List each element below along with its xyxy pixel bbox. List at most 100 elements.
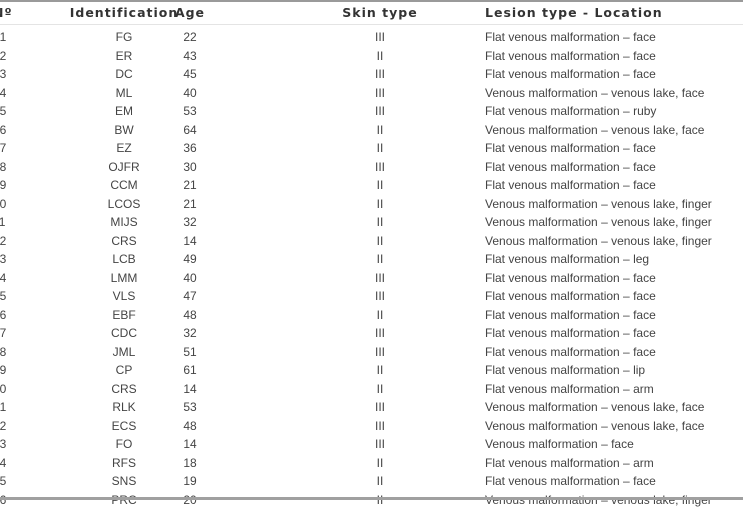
cell-number: 15 — [0, 287, 6, 305]
cell-skin-type: III — [330, 102, 430, 120]
cell-skin-type: III — [330, 398, 430, 416]
cell-number: 22 — [0, 417, 6, 435]
table-row: 21RLK53IIIVenous malformation – venous l… — [0, 398, 743, 417]
cell-lesion: Flat venous malformation – face — [485, 324, 656, 342]
table-row: 22ECS48IIIVenous malformation – venous l… — [0, 417, 743, 436]
cell-lesion: Flat venous malformation – face — [485, 139, 656, 157]
cell-age: 40 — [160, 84, 220, 102]
table-row: 13LCB49IIFlat venous malformation – leg — [0, 250, 743, 269]
cell-skin-type: III — [330, 343, 430, 361]
cell-skin-type: II — [330, 213, 430, 231]
cell-skin-type: II — [330, 454, 430, 472]
cell-number: 23 — [0, 435, 6, 453]
cell-number: 02 — [0, 47, 6, 65]
cell-number: 18 — [0, 343, 6, 361]
cell-skin-type: II — [330, 232, 430, 250]
cell-age: 32 — [160, 324, 220, 342]
table-row: 19CP61IIFlat venous malformation – lip — [0, 361, 743, 380]
table-row: 20CRS14IIFlat venous malformation – arm — [0, 380, 743, 399]
table-row: 23FO14IIIVenous malformation – face — [0, 435, 743, 454]
cell-skin-type: III — [330, 269, 430, 287]
cell-age: 40 — [160, 269, 220, 287]
cell-skin-type: III — [330, 158, 430, 176]
table-row: 04ML40IIIVenous malformation – venous la… — [0, 84, 743, 103]
cell-age: 32 — [160, 213, 220, 231]
cell-lesion: Flat venous malformation – face — [485, 306, 656, 324]
cell-number: 14 — [0, 269, 6, 287]
cell-number: 03 — [0, 65, 6, 83]
cell-lesion: Flat venous malformation – arm — [485, 454, 654, 472]
table-row: 02ER43IIFlat venous malformation – face — [0, 47, 743, 66]
cell-skin-type: III — [330, 417, 430, 435]
table-row: 18JML51IIIFlat venous malformation – fac… — [0, 343, 743, 362]
cell-age: 48 — [160, 417, 220, 435]
table-row: 09CCM21IIFlat venous malformation – face — [0, 176, 743, 195]
cell-skin-type: II — [330, 472, 430, 490]
header-rule — [0, 24, 743, 25]
cell-age: 36 — [160, 139, 220, 157]
cell-lesion: Flat venous malformation – face — [485, 269, 656, 287]
cell-skin-type: II — [330, 380, 430, 398]
cell-skin-type: III — [330, 84, 430, 102]
cell-number: 01 — [0, 28, 6, 46]
cell-lesion: Venous malformation – venous lake, face — [485, 398, 704, 416]
table-row: 08OJFR30IIIFlat venous malformation – fa… — [0, 158, 743, 177]
table-row: 06BW64IIVenous malformation – venous lak… — [0, 121, 743, 140]
table-row: 01FG22IIIFlat venous malformation – face — [0, 28, 743, 47]
cell-age: 14 — [160, 380, 220, 398]
cell-number: 11 — [0, 213, 5, 231]
table-row: 17CDC32IIIFlat venous malformation – fac… — [0, 324, 743, 343]
cell-number: 07 — [0, 139, 6, 157]
cell-age: 64 — [160, 121, 220, 139]
cell-age: 21 — [160, 176, 220, 194]
table-row: 25SNS19IIFlat venous malformation – face — [0, 472, 743, 491]
header-age: Age — [160, 4, 220, 22]
table-row: 05EM53IIIFlat venous malformation – ruby — [0, 102, 743, 121]
table-row: 11MIJS32IIVenous malformation – venous l… — [0, 213, 743, 232]
table-row: 03DC45IIIFlat venous malformation – face — [0, 65, 743, 84]
cell-skin-type: III — [330, 287, 430, 305]
cell-lesion: Venous malformation – face — [485, 435, 634, 453]
cell-skin-type: III — [330, 28, 430, 46]
cell-lesion: Flat venous malformation – face — [485, 343, 656, 361]
cell-skin-type: II — [330, 306, 430, 324]
cell-lesion: Venous malformation – venous lake, face — [485, 121, 704, 139]
table-row: 24RFS18IIFlat venous malformation – arm — [0, 454, 743, 473]
header-skin-type: Skin type — [330, 4, 430, 22]
cell-lesion: Flat venous malformation – ruby — [485, 102, 656, 120]
cell-lesion: Flat venous malformation – face — [485, 472, 656, 490]
cell-age: 14 — [160, 232, 220, 250]
table-row: 14LMM40IIIFlat venous malformation – fac… — [0, 269, 743, 288]
cell-age: 22 — [160, 28, 220, 46]
header-lesion-type-location: Lesion type - Location — [485, 4, 663, 22]
table-row: 15VLS47IIIFlat venous malformation – fac… — [0, 287, 743, 306]
cell-skin-type: III — [330, 324, 430, 342]
cell-skin-type: II — [330, 47, 430, 65]
cell-number: 19 — [0, 361, 6, 379]
cell-age: 19 — [160, 472, 220, 490]
cell-lesion: Flat venous malformation – arm — [485, 380, 654, 398]
cell-lesion: Venous malformation – venous lake, face — [485, 417, 704, 435]
cell-number: 20 — [0, 380, 6, 398]
cell-number: 08 — [0, 158, 6, 176]
cell-skin-type: II — [330, 195, 430, 213]
cell-lesion: Venous malformation – venous lake, finge… — [485, 195, 712, 213]
cell-number: 12 — [0, 232, 6, 250]
cell-number: 09 — [0, 176, 6, 194]
cell-skin-type: II — [330, 250, 430, 268]
cell-lesion: Flat venous malformation – lip — [485, 361, 645, 379]
cell-number: 21 — [0, 398, 6, 416]
cell-age: 14 — [160, 435, 220, 453]
table-row: 10LCOS21IIVenous malformation – venous l… — [0, 195, 743, 214]
cell-age: 45 — [160, 65, 220, 83]
cell-lesion: Venous malformation – venous lake, finge… — [485, 213, 712, 231]
cell-lesion: Venous malformation – venous lake, finge… — [485, 232, 712, 250]
cell-number: 24 — [0, 454, 6, 472]
cell-skin-type: III — [330, 65, 430, 83]
table-bottom-rule — [0, 497, 743, 500]
cell-skin-type: II — [330, 176, 430, 194]
cell-skin-type: II — [330, 121, 430, 139]
cell-age: 47 — [160, 287, 220, 305]
cell-age: 18 — [160, 454, 220, 472]
cell-lesion: Flat venous malformation – face — [485, 47, 656, 65]
